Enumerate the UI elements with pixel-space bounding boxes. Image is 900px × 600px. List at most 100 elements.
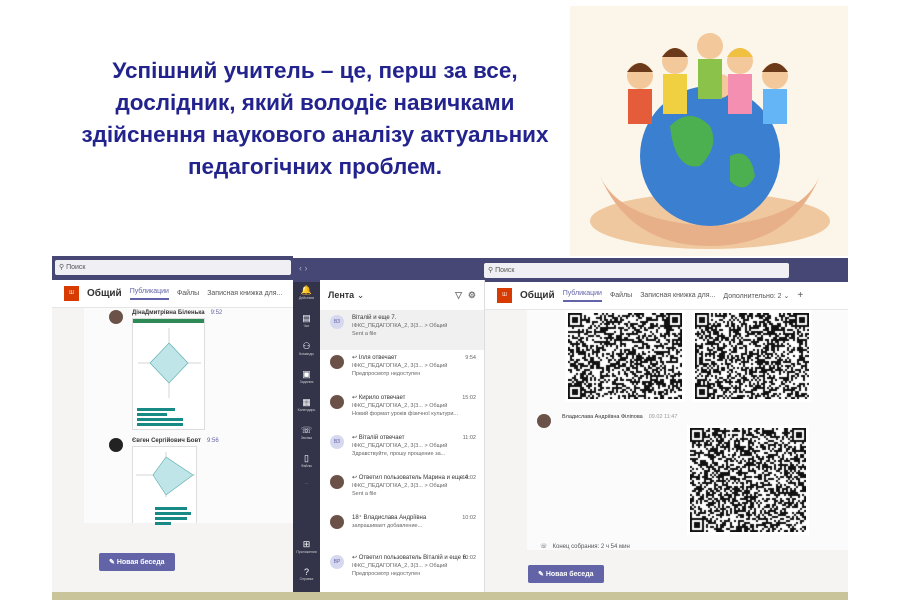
radar-chart-image[interactable]: [132, 318, 205, 430]
feed-item[interactable]: ВЗ ↩ Віталій отвечает ІФКС_ПЕДАГОГІКА_2, 3…: [320, 430, 484, 470]
avatar: [330, 395, 344, 409]
feed-time: 10:02: [462, 515, 476, 521]
rail-item-6[interactable]: ▯ Файлы: [293, 450, 320, 478]
rail-item-1[interactable]: ▤ Чат: [293, 310, 320, 338]
post-time: 9:56: [207, 438, 219, 444]
feed-channel: ІФКС_ПЕДАГОГІКА_2, 3(3... > Общий: [352, 323, 448, 329]
avatar: ВР: [330, 555, 344, 569]
team-logo: Ш: [64, 286, 79, 301]
phone-icon: ☏: [300, 425, 313, 435]
qr-code-image[interactable]: [687, 425, 809, 535]
teams-screenshot-right: Ш Общий Публикации Файлы Записная книжка…: [485, 282, 848, 600]
feed-channel: ІФКС_ПЕДАГОГІКА_2, 3(3... > Общий: [352, 443, 448, 449]
feed-preview: Новий формат уроків фізичної культури...: [352, 411, 459, 417]
search-placeholder: Поиск: [66, 264, 86, 271]
teams-top-bar: ‹ › ⚲ Поиск: [293, 258, 848, 282]
slide-title: Успішний учитель – це, перш за все, досл…: [81, 58, 549, 179]
avatar: ВЗ: [330, 315, 344, 329]
feed-time: 10:02: [462, 555, 476, 561]
rail-item-5[interactable]: ☏ Звонки: [293, 422, 320, 450]
tab-posts[interactable]: Публикации: [129, 288, 169, 300]
feed-time: 9:54: [465, 355, 476, 361]
avatar: [537, 414, 551, 428]
feed-preview: Sent a file: [352, 331, 377, 337]
avatar: [330, 355, 344, 369]
feed-action: 18⁺ Владислава Андріївна: [352, 515, 427, 521]
tab-more[interactable]: Дополнительно: 2 ⌄: [723, 292, 789, 300]
assignments-icon: ▣: [302, 369, 311, 379]
feed-item[interactable]: ↩ Ответил пользователь Марина и еще 4. ІФ…: [320, 470, 484, 510]
teams-screenshot-left: ⚲ Поиск Ш Общий Публикации Файлы Записна…: [52, 256, 293, 600]
teams-icon: ⚇: [302, 341, 311, 351]
qr-code-image[interactable]: [692, 310, 812, 402]
new-chat-label: Новая беседа: [116, 559, 165, 566]
avatar: [330, 515, 344, 529]
feed-time: 10:02: [462, 475, 476, 481]
feed-preview: Здравствуйте, прошу прощение за...: [352, 451, 446, 457]
rail-item-2[interactable]: ⚇ Команды: [293, 338, 320, 366]
post-author: Владислава Андріївна Філіпова 09.02 11:47: [562, 414, 678, 420]
search-input[interactable]: ⚲ Поиск: [484, 263, 789, 278]
feed-channel: ІФКС_ПЕДАГОГІКА_2, 3(3... > Общий: [352, 563, 448, 569]
back-forward-icon[interactable]: ‹ ›: [299, 263, 308, 273]
search-input[interactable]: ⚲ Поиск: [55, 260, 291, 275]
chat-icon: ▤: [302, 313, 311, 323]
bell-icon: 🔔: [300, 285, 313, 295]
feed-action: ↩ Ответил пользователь Марина и еще 4.: [352, 475, 470, 481]
rail-bottom-item-0[interactable]: ⊞ Приложения: [293, 536, 320, 564]
tab-notebook[interactable]: Записная книжка для...: [640, 292, 715, 299]
rail-item-label: Календарь: [297, 408, 316, 412]
post-time: 09.02 11:47: [648, 414, 678, 420]
rail-item-label: Задания: [299, 380, 314, 384]
help-icon: ?: [303, 567, 309, 577]
feed-item[interactable]: ↩ Ілля отвечает ІФКС_ПЕДАГОГІКА_2, 3(3...…: [320, 350, 484, 390]
rail-bottom-item-1[interactable]: ? Справка: [293, 564, 320, 592]
qr-code-image[interactable]: [565, 310, 685, 402]
post-time: 9:52: [210, 310, 223, 316]
feed-title: Лента: [328, 290, 355, 300]
feed-action: Віталій и еще 7.: [352, 315, 397, 321]
tab-posts[interactable]: Публикации: [562, 290, 602, 302]
rail-item-label: Справка: [299, 577, 314, 581]
rail-item-label: Файлы: [300, 464, 313, 468]
feed-action: ↩ Ответил пользователь Віталій и еще 6.: [352, 555, 468, 561]
rail-item-0[interactable]: 🔔 Действия: [293, 282, 320, 310]
feed-item[interactable]: ↩ Кирило отвечает ІФКС_ПЕДАГОГІКА_2, 3(3.…: [320, 390, 484, 430]
new-chat-button[interactable]: ✎ Новая беседа: [528, 565, 604, 583]
tab-files[interactable]: Файлы: [610, 292, 632, 299]
post-author: ДінаДмитрівна Біленька 9:52: [132, 310, 223, 316]
rail-item-4[interactable]: ▦ Календарь: [293, 394, 320, 422]
feed-item[interactable]: ВР ↩ Ответил пользователь Віталій и еще 6…: [320, 550, 484, 590]
meeting-end-notice: ☏ Конец собрания: 2 ч 54 мин: [540, 543, 630, 550]
tab-files[interactable]: Файлы: [177, 290, 199, 297]
app-rail: 🔔 Действия ▤ Чат ⚇ Команды ▣ Задания ▦ Календарь ☏…: [293, 282, 320, 592]
post-author: Євген Сергійович Бовт 9:56: [132, 438, 219, 444]
rail-item-3[interactable]: ▣ Задания: [293, 366, 320, 394]
rail-item-label: Приложения: [296, 550, 317, 554]
feed-item[interactable]: ВЗ Віталій и еще 7. ІФКС_ПЕДАГОГІКА_2, 3(3…: [320, 310, 484, 350]
channel-name: Общий: [87, 288, 122, 299]
chevron-down-icon[interactable]: ⌄: [357, 290, 365, 300]
tab-notebook[interactable]: Записная книжка для...: [207, 290, 282, 297]
rail-item-label: Действия: [298, 296, 315, 300]
avatar: [109, 310, 123, 324]
filter-icon[interactable]: ▽: [455, 290, 462, 301]
slide-bottom-strip: [52, 592, 848, 600]
rail-item-label: Чат: [303, 324, 310, 328]
avatar: [330, 475, 344, 489]
rail-item-label: ...: [305, 481, 308, 485]
rail-item-7[interactable]: ...: [293, 478, 320, 506]
meeting-icon: ☏: [540, 544, 548, 550]
new-chat-button[interactable]: ✎ Новая беседа: [99, 553, 175, 571]
feed-preview: Предпросмотр недоступен: [352, 571, 421, 577]
feed-channel: ІФКС_ПЕДАГОГІКА_2, 3(3... > Общий: [352, 483, 448, 489]
feed-action: ↩ Кирило отвечает: [352, 395, 406, 401]
radar-chart-image[interactable]: [132, 446, 197, 525]
gear-icon[interactable]: ⚙: [468, 290, 476, 301]
feed-channel: ІФКС_ПЕДАГОГІКА_2, 3(3... > Общий: [352, 403, 448, 409]
avatar: [109, 438, 123, 452]
feed-item[interactable]: 18⁺ Владислава Андріївна запрашивает доба…: [320, 510, 484, 550]
add-tab-button[interactable]: +: [797, 290, 803, 301]
rail-item-label: Команды: [299, 352, 314, 356]
feed-action: ↩ Віталій отвечает: [352, 435, 405, 441]
